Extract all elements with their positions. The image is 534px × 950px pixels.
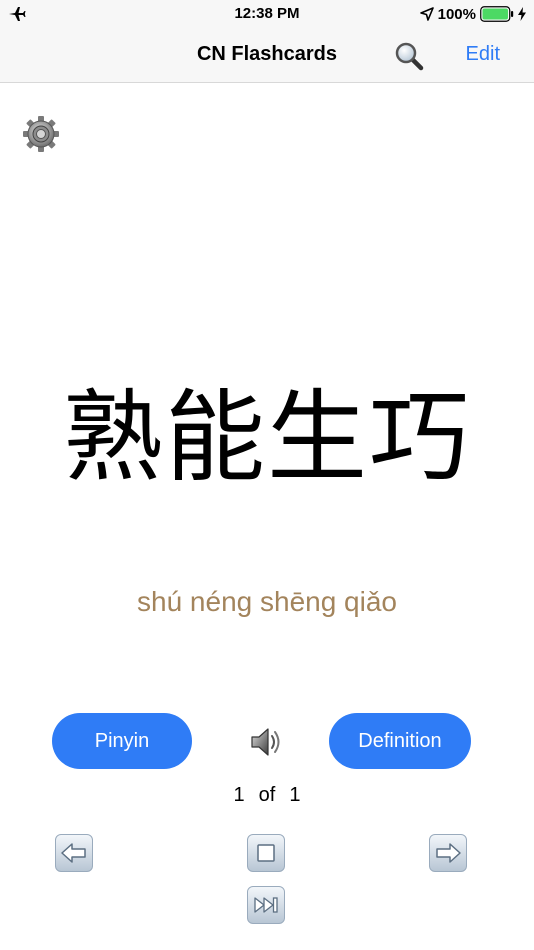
- counter-current: 1: [233, 784, 245, 806]
- page-title: CN Flashcards: [196, 43, 338, 65]
- skip-forward-button[interactable]: [247, 886, 285, 924]
- skip-forward-icon: [254, 897, 278, 913]
- battery-icon: [480, 6, 514, 22]
- flashcard-pinyin: shú néng shēng qiǎo: [137, 586, 397, 617]
- search-icon[interactable]: [394, 41, 424, 71]
- previous-card-button[interactable]: [55, 834, 93, 872]
- charging-bolt-icon: [518, 7, 526, 21]
- battery-percent: 100%: [437, 5, 476, 23]
- flashcard-hanzi: 熟能生巧: [63, 379, 471, 496]
- pinyin-button[interactable]: Pinyin: [52, 713, 192, 769]
- counter-total: 1: [289, 784, 301, 806]
- location-arrow-icon: [419, 7, 434, 21]
- speaker-icon[interactable]: [248, 724, 284, 760]
- stop-button[interactable]: [247, 834, 285, 872]
- settings-gear-icon[interactable]: [22, 115, 60, 153]
- prev-arrow-icon: [61, 843, 86, 863]
- next-card-button[interactable]: [429, 834, 467, 872]
- counter-of-label: of: [258, 784, 276, 806]
- nav-bar: CN Flashcards Edit: [0, 30, 534, 83]
- status-bar: 12:38 PM 100%: [0, 0, 534, 30]
- next-arrow-icon: [436, 843, 461, 863]
- status-right-group: 100%: [419, 5, 526, 23]
- card-counter: 1 of 1: [0, 784, 534, 807]
- edit-button[interactable]: Edit: [466, 43, 500, 66]
- definition-button[interactable]: Definition: [329, 713, 471, 769]
- stop-icon: [257, 844, 275, 862]
